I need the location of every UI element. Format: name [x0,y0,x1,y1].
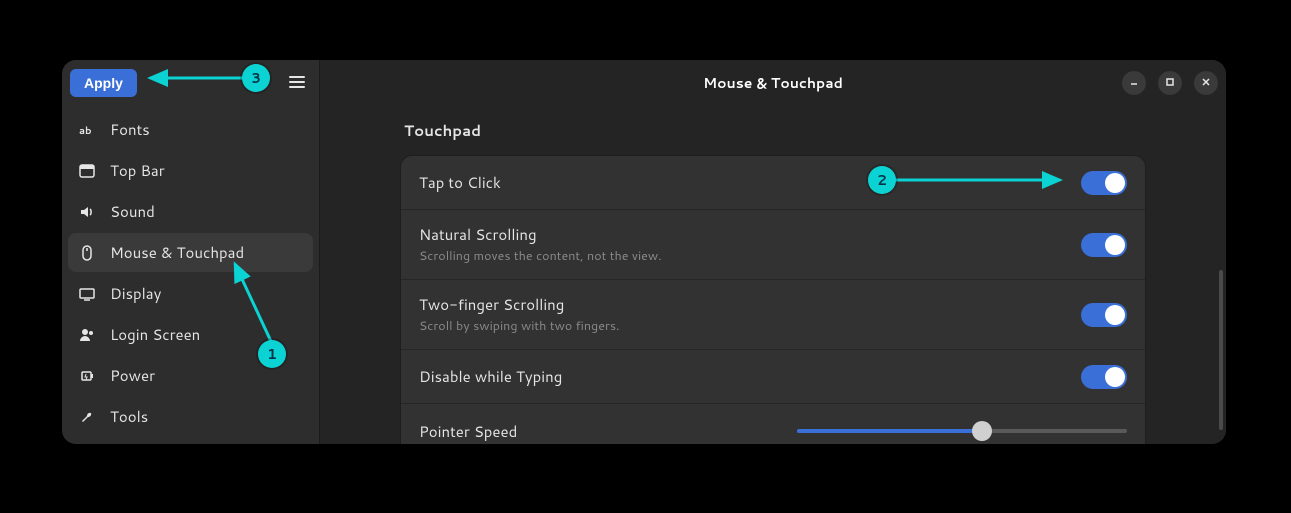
setting-pointer-speed: Pointer Speed [401,404,1145,444]
sidebar-item-tools[interactable]: Tools [68,397,313,436]
maximize-icon [1165,75,1175,91]
setting-title: Two-finger Scrolling [419,294,620,315]
setting-title: Disable while Typing [419,366,562,387]
sidebar-item-login-screen[interactable]: Login Screen [68,315,313,354]
sidebar-item-label: Power [110,365,155,386]
sidebar: Apply ab Fonts Top Bar [62,60,320,444]
pointer-speed-slider[interactable] [797,421,1127,441]
mouse-icon [78,244,96,262]
sidebar-list: ab Fonts Top Bar Sound Mous [62,106,319,440]
content-body: Touchpad Tap to Click Natural Scrolling … [320,106,1226,444]
setting-title: Natural Scrolling [419,224,662,245]
page-title: Mouse & Touchpad [703,73,843,93]
setting-title: Tap to Click [419,172,501,193]
section-title: Touchpad [404,120,1146,141]
menu-button[interactable] [283,69,311,97]
content-header: Mouse & Touchpad [320,60,1226,106]
display-icon [78,285,96,303]
minimize-icon [1129,75,1139,91]
maximize-button[interactable] [1158,71,1182,95]
sidebar-item-display[interactable]: Display [68,274,313,313]
setting-control [1081,303,1127,327]
setting-label: Pointer Speed [419,421,517,442]
natural-scrolling-switch[interactable] [1081,233,1127,257]
settings-window: Apply ab Fonts Top Bar [62,60,1226,444]
sidebar-item-label: Sound [110,201,155,222]
tap-to-click-switch[interactable] [1081,171,1127,195]
power-icon [78,367,96,385]
sidebar-item-label: Top Bar [110,160,165,181]
setting-label: Two-finger Scrolling Scroll by swiping w… [419,294,620,335]
setting-two-finger-scrolling: Two-finger Scrolling Scroll by swiping w… [401,280,1145,350]
sidebar-item-power[interactable]: Power [68,356,313,395]
setting-label: Tap to Click [419,172,501,193]
setting-control [797,421,1127,441]
window-controls [1122,60,1218,106]
setting-desc: Scrolling moves the content, not the vie… [419,247,662,265]
sidebar-item-label: Login Screen [110,324,200,345]
setting-label: Natural Scrolling Scrolling moves the co… [419,224,662,265]
sound-icon [78,203,96,221]
apply-button[interactable]: Apply [70,69,137,97]
minimize-button[interactable] [1122,71,1146,95]
settings-card: Tap to Click Natural Scrolling Scrolling… [400,155,1146,444]
sidebar-item-label: Mouse & Touchpad [110,242,244,263]
scrollbar[interactable] [1219,270,1223,430]
sidebar-header: Apply [62,60,319,106]
sidebar-item-mouse-touchpad[interactable]: Mouse & Touchpad [68,233,313,272]
content-area: Mouse & Touchpad Touchpad Tap to Click [320,60,1226,444]
menu-icon [289,72,305,95]
setting-disable-while-typing: Disable while Typing [401,350,1145,404]
setting-tap-to-click: Tap to Click [401,156,1145,210]
sidebar-item-label: Display [110,283,161,304]
login-icon [78,326,96,344]
setting-control [1081,365,1127,389]
sidebar-item-label: Fonts [110,119,150,140]
close-button[interactable] [1194,71,1218,95]
two-finger-scrolling-switch[interactable] [1081,303,1127,327]
close-icon [1201,75,1211,91]
topbar-icon [78,162,96,180]
sidebar-item-topbar[interactable]: Top Bar [68,151,313,190]
sidebar-item-fonts[interactable]: ab Fonts [68,110,313,149]
sidebar-item-sound[interactable]: Sound [68,192,313,231]
setting-title: Pointer Speed [419,421,517,442]
setting-control [1081,233,1127,257]
setting-desc: Scroll by swiping with two fingers. [419,317,620,335]
setting-label: Disable while Typing [419,366,562,387]
tools-icon [78,408,96,426]
setting-control [1081,171,1127,195]
sidebar-item-label: Tools [110,406,148,427]
svg-text:ab: ab [79,124,92,138]
fonts-icon: ab [78,121,96,139]
setting-natural-scrolling: Natural Scrolling Scrolling moves the co… [401,210,1145,280]
disable-while-typing-switch[interactable] [1081,365,1127,389]
